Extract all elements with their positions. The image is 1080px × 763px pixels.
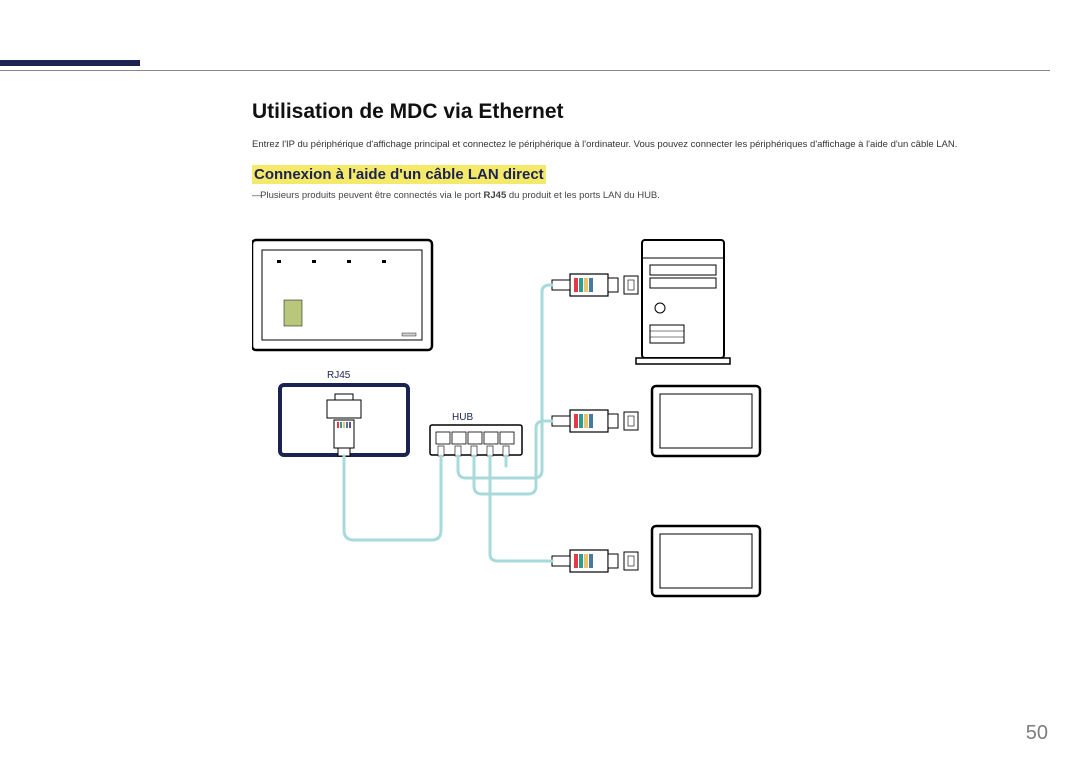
rj45-plug-to-display2	[552, 410, 638, 432]
display-device-3	[652, 526, 760, 596]
section-heading: Utilisation de MDC via Ethernet	[252, 100, 1040, 124]
rj45-label: RJ45	[327, 370, 351, 381]
page-content: Utilisation de MDC via Ethernet Entrez l…	[252, 100, 1040, 211]
note-paragraph: Plusieurs produits peuvent être connecté…	[252, 190, 1040, 201]
rj45-plug-to-pc	[552, 274, 638, 296]
header-rule	[0, 70, 1050, 71]
connection-diagram: RJ45 HUB	[252, 230, 812, 655]
note-prefix: Plusieurs produits peuvent être connecté…	[260, 190, 483, 201]
note-bold: RJ45	[484, 190, 507, 201]
rj45-plug-to-display3	[552, 550, 638, 572]
display-device-2	[652, 386, 760, 456]
hub-label: HUB	[452, 412, 473, 423]
intro-paragraph: Entrez l'IP du périphérique d'affichage …	[252, 138, 1040, 151]
note-suffix: du produit et les ports LAN du HUB.	[506, 190, 660, 201]
header-accent-bar	[0, 60, 140, 66]
sub-heading: Connexion à l'aide d'un câble LAN direct	[252, 165, 546, 184]
display-device-main	[252, 240, 432, 350]
hub-device	[430, 425, 522, 456]
page-number: 50	[1026, 722, 1048, 745]
computer-tower	[636, 240, 730, 364]
rj45-port-closeup	[280, 385, 408, 456]
